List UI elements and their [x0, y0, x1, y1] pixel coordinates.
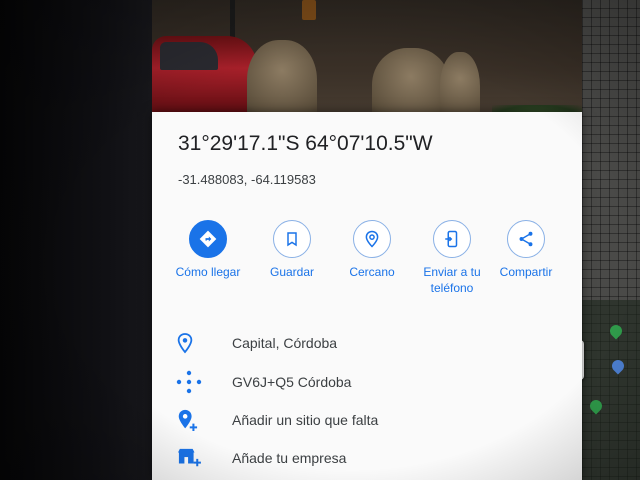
directions-button[interactable]: Cómo llegar: [166, 220, 250, 280]
add-place-icon: [176, 408, 206, 432]
add-business-icon: [176, 446, 206, 470]
car-window: [160, 42, 218, 70]
nearby-button[interactable]: Cercano: [330, 220, 414, 280]
address-text: Capital, Córdoba: [232, 335, 338, 351]
send-to-phone-button[interactable]: Enviar a tu teléfono: [410, 220, 494, 296]
add-missing-place-row[interactable]: Añadir un sitio que falta: [176, 405, 556, 435]
save-label: Guardar: [269, 265, 315, 279]
monitor-bezel: [0, 0, 152, 480]
street-view-photo[interactable]: [152, 0, 582, 128]
add-business-row[interactable]: Añade tu empresa: [176, 443, 556, 473]
nearby-label: Cercano: [349, 265, 395, 279]
traffic-light: [302, 0, 316, 20]
place-info-panel: 31°29'17.1"S 64°07'10.5"W -31.488083, -6…: [152, 112, 582, 480]
send-to-phone-label: Enviar a tu teléfono: [423, 265, 481, 295]
location-pin-icon: [176, 331, 206, 355]
address-row[interactable]: Capital, Córdoba: [176, 328, 556, 358]
share-label: Compartir: [499, 265, 553, 279]
plus-code-row[interactable]: GV6J+Q5 Córdoba: [176, 367, 556, 397]
nearby-icon: [353, 220, 391, 258]
share-button[interactable]: Compartir: [484, 220, 568, 280]
action-buttons: Cómo llegar Guardar Cercano Enviar a tu …: [166, 220, 566, 300]
share-icon: [507, 220, 545, 258]
directions-label: Cómo llegar: [175, 265, 241, 279]
coordinates-decimal[interactable]: -31.488083, -64.119583: [178, 172, 316, 187]
plus-code-text: GV6J+Q5 Córdoba: [232, 374, 352, 390]
map-view[interactable]: [582, 0, 640, 480]
save-button[interactable]: Guardar: [250, 220, 334, 280]
plus-code-icon: [176, 370, 206, 394]
phone-send-icon: [433, 220, 471, 258]
directions-icon: [189, 220, 227, 258]
add-missing-place-text: Añadir un sitio que falta: [232, 412, 379, 428]
bookmark-icon: [273, 220, 311, 258]
add-business-text: Añade tu empresa: [232, 450, 347, 466]
coordinates-title: 31°29'17.1"S 64°07'10.5"W: [178, 132, 433, 155]
